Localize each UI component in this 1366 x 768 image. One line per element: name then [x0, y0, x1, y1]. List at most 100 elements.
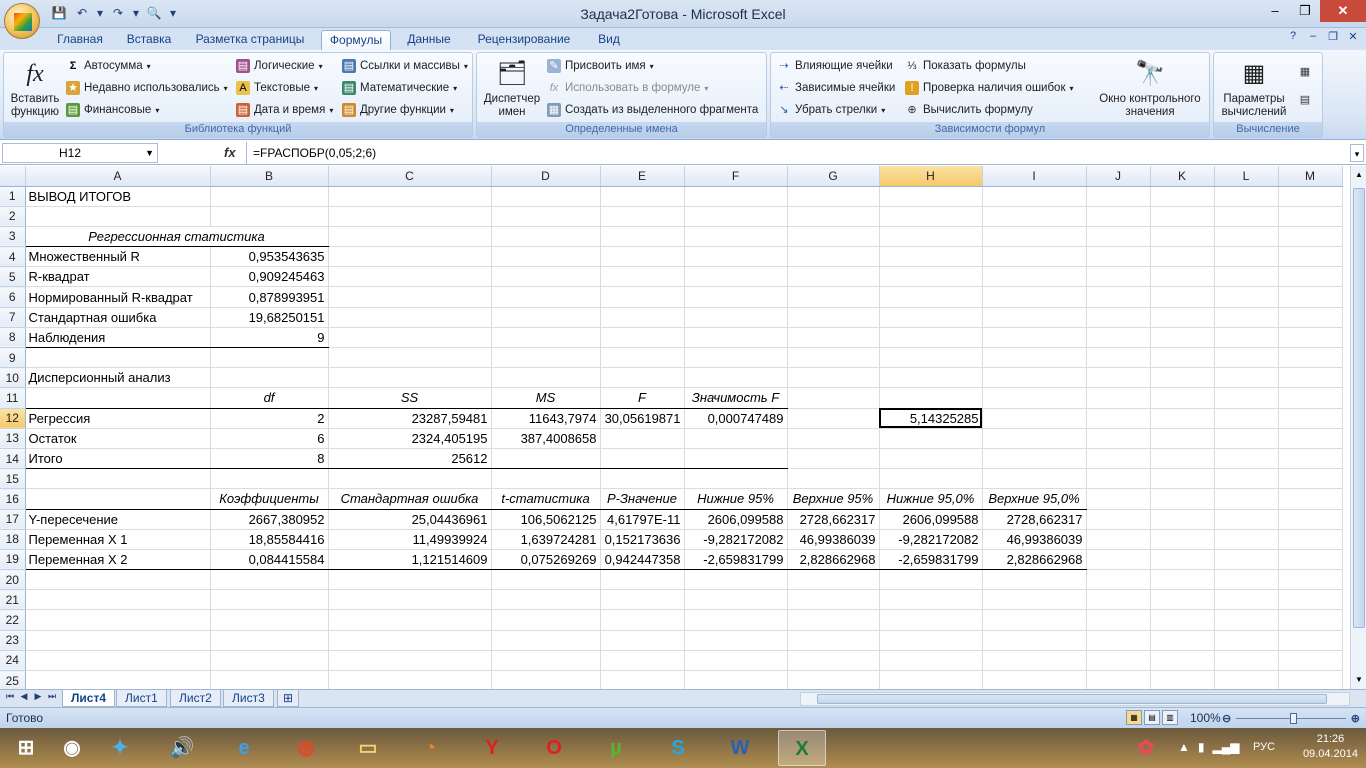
row-header[interactable]: 5 [0, 266, 26, 288]
cell-i17[interactable]: 2728,662317 [982, 509, 1087, 530]
cell-b16[interactable]: Коэффициенты [210, 488, 329, 510]
cell-g11[interactable] [787, 387, 880, 409]
close-button[interactable]: ✕ [1320, 0, 1366, 22]
zoom-in-icon[interactable]: ⊕ [1351, 712, 1360, 725]
file-explorer-icon[interactable]: ▭ [344, 730, 392, 766]
cell-i24[interactable] [982, 650, 1087, 672]
cell-l14[interactable] [1214, 448, 1279, 470]
row-header[interactable]: 6 [0, 286, 26, 308]
cell-g3[interactable] [787, 226, 880, 248]
cell-b18[interactable]: 18,85584416 [210, 529, 329, 550]
cell-g10[interactable] [787, 367, 880, 389]
cell-f5[interactable] [684, 266, 788, 288]
column-header-i[interactable]: I [982, 166, 1087, 187]
cell-m16[interactable] [1278, 488, 1343, 510]
cell-k13[interactable] [1150, 428, 1215, 449]
cell-b19[interactable]: 0,084415584 [210, 549, 329, 571]
column-header-a[interactable]: A [25, 166, 211, 187]
error-checking-button[interactable]: ! Проверка наличия ошибок ▾ [905, 81, 1074, 95]
cell-g22[interactable] [787, 609, 880, 631]
language-indicator[interactable]: РУС [1253, 741, 1275, 753]
cell-e6[interactable] [600, 286, 685, 308]
row-header[interactable]: 22 [0, 609, 26, 631]
cell-e23[interactable] [600, 630, 685, 651]
cell-a1[interactable]: ВЫВОД ИТОГОВ [25, 186, 211, 207]
cell-k11[interactable] [1150, 387, 1215, 409]
cell-d4[interactable] [491, 246, 601, 268]
cell-b13[interactable]: 6 [210, 428, 329, 449]
cell-c24[interactable] [328, 650, 492, 672]
cell-k1[interactable] [1150, 186, 1215, 207]
cell-d24[interactable] [491, 650, 601, 672]
scroll-up-icon[interactable]: ▲ [1351, 168, 1366, 182]
cell-k17[interactable] [1150, 509, 1215, 530]
cell-k23[interactable] [1150, 630, 1215, 651]
cell-m24[interactable] [1278, 650, 1343, 672]
cell-f4[interactable] [684, 246, 788, 268]
cell-j6[interactable] [1086, 286, 1151, 308]
cell-f3[interactable] [684, 226, 788, 248]
cell-j3[interactable] [1086, 226, 1151, 248]
cell-a21[interactable] [25, 589, 211, 611]
worksheet-grid[interactable]: A B C D E F G H I J K L M 1 ВЫВОД ИТОГОВ 2 3 Регрессионна… [0, 166, 1350, 689]
cell-a2[interactable] [25, 206, 211, 227]
other-functions-button[interactable]: ▤ Другие функции ▾ [342, 103, 454, 117]
cell-d20[interactable] [491, 569, 601, 591]
zoom-slider[interactable]: ⊖ ⊕ [1222, 712, 1360, 725]
cell-f24[interactable] [684, 650, 788, 672]
cell-a23[interactable] [25, 630, 211, 651]
sheet-tab-list4[interactable]: Лист4 [62, 690, 116, 707]
cell-d21[interactable] [491, 589, 601, 611]
cell-j8[interactable] [1086, 327, 1151, 349]
cell-h7[interactable] [879, 307, 983, 328]
cell-l7[interactable] [1214, 307, 1279, 328]
cell-l8[interactable] [1214, 327, 1279, 349]
cell-g18[interactable]: 46,99386039 [787, 529, 880, 550]
cell-c17[interactable]: 25,04436961 [328, 509, 492, 530]
cell-e3[interactable] [600, 226, 685, 248]
cell-m5[interactable] [1278, 266, 1343, 288]
cell-g19[interactable]: 2,828662968 [787, 549, 880, 571]
cell-k21[interactable] [1150, 589, 1215, 611]
select-all-corner[interactable] [0, 166, 26, 187]
column-header-k[interactable]: K [1150, 166, 1215, 187]
cell-c20[interactable] [328, 569, 492, 591]
cell-m7[interactable] [1278, 307, 1343, 328]
cell-e21[interactable] [600, 589, 685, 611]
row-header[interactable]: 19 [0, 549, 26, 571]
cell-h24[interactable] [879, 650, 983, 672]
row-header[interactable]: 12 [0, 408, 26, 429]
cell-l1[interactable] [1214, 186, 1279, 207]
last-sheet-icon[interactable]: ⏭ [46, 691, 58, 702]
ribbon-minimize-icon[interactable]: – [1306, 30, 1320, 43]
cell-f8[interactable] [684, 327, 788, 349]
cell-j13[interactable] [1086, 428, 1151, 449]
cell-g4[interactable] [787, 246, 880, 268]
chevron-down-icon[interactable]: ▼ [145, 144, 154, 162]
cell-l9[interactable] [1214, 347, 1279, 369]
cell-c23[interactable] [328, 630, 492, 651]
cell-m20[interactable] [1278, 569, 1343, 591]
fx-icon[interactable]: fx [224, 145, 236, 160]
cell-a12[interactable]: Регрессия [25, 408, 211, 429]
cell-m15[interactable] [1278, 468, 1343, 490]
cell-k5[interactable] [1150, 266, 1215, 288]
cell-l16[interactable] [1214, 488, 1279, 510]
cell-c19[interactable]: 1,121514609 [328, 549, 492, 571]
cell-g16[interactable]: Верхние 95% [787, 488, 880, 510]
row-header[interactable]: 7 [0, 307, 26, 328]
cell-b21[interactable] [210, 589, 329, 611]
cell-d12[interactable]: 11643,7974 [491, 408, 601, 429]
calc-options-button[interactable]: ▦ Параметры вычислений [1216, 59, 1292, 119]
cell-f21[interactable] [684, 589, 788, 611]
cell-i16[interactable]: Верхние 95,0% [982, 488, 1087, 510]
cell-e5[interactable] [600, 266, 685, 288]
cell-i4[interactable] [982, 246, 1087, 268]
cell-e11[interactable]: F [600, 387, 685, 409]
cell-b11[interactable]: df [210, 387, 329, 409]
minimize-button[interactable]: – [1260, 0, 1290, 22]
cell-c15[interactable] [328, 468, 492, 490]
sheet-tab-list3[interactable]: Лист3 [223, 690, 274, 707]
cell-l13[interactable] [1214, 428, 1279, 449]
cell-m3[interactable] [1278, 226, 1343, 248]
